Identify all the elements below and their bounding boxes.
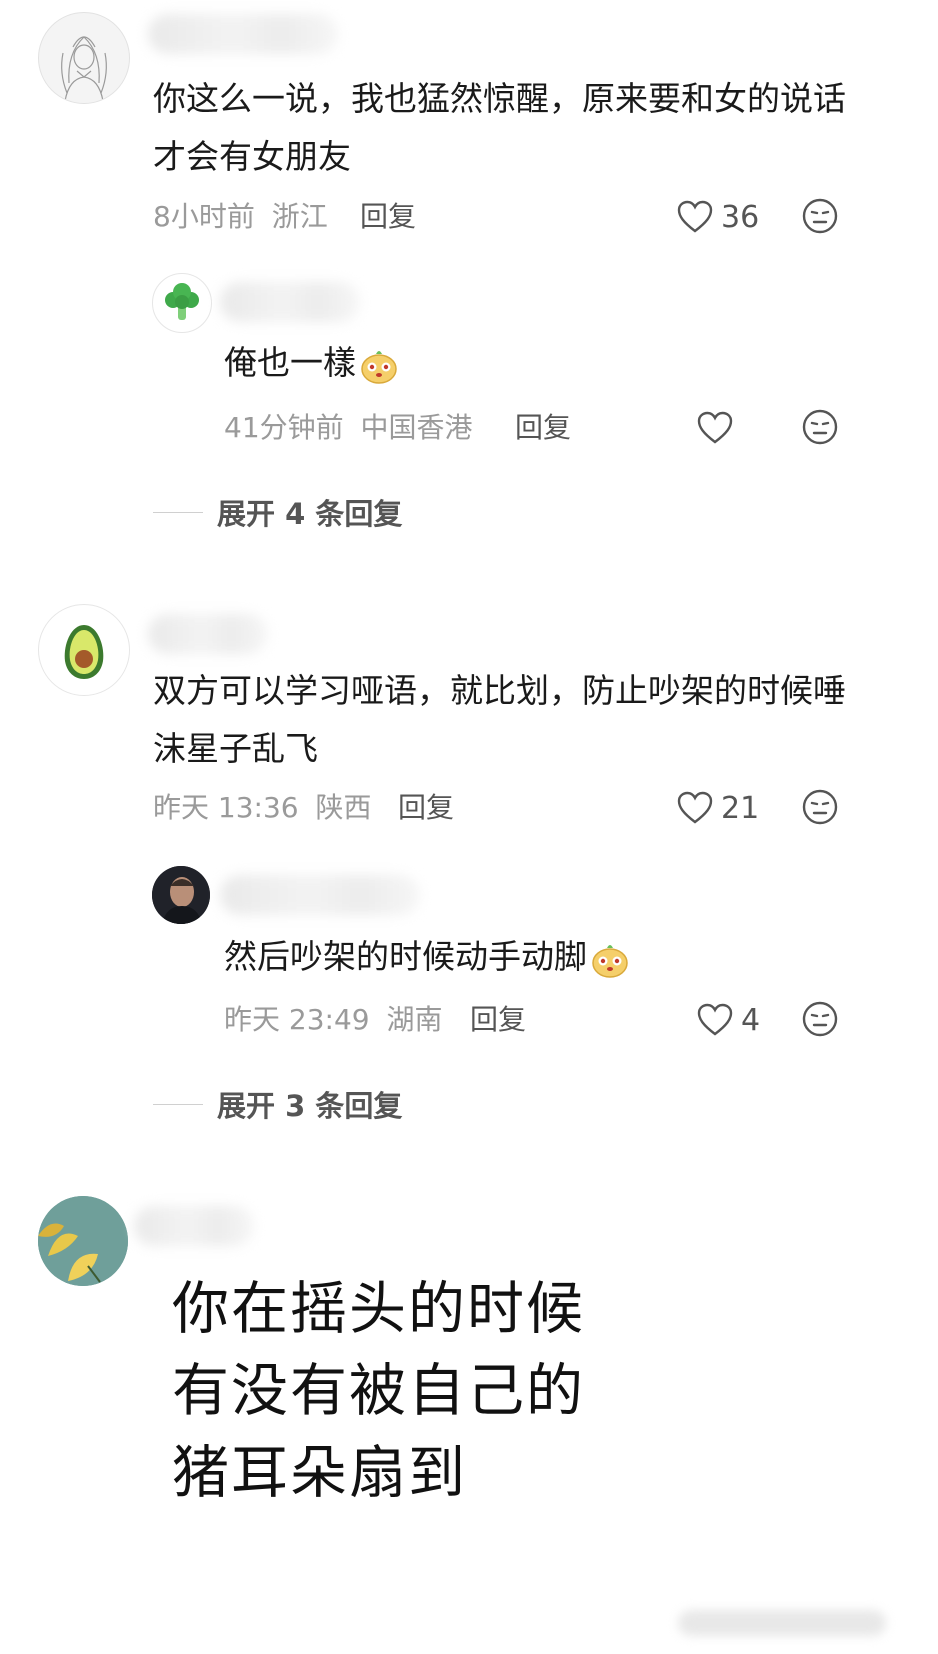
expand-replies-button[interactable]: 展开 3 条回复 bbox=[153, 1084, 402, 1124]
avatar[interactable] bbox=[38, 12, 130, 104]
man-photo-avatar-icon bbox=[152, 866, 210, 924]
divider bbox=[153, 511, 203, 513]
reply-meta: 41分钟前 中国香港 bbox=[224, 408, 473, 448]
expand-label: 展开 3 条回复 bbox=[217, 1089, 403, 1123]
username-blurred[interactable] bbox=[134, 1206, 254, 1246]
reply-button[interactable]: 回复 bbox=[398, 788, 454, 828]
like-count: 21 bbox=[721, 790, 760, 826]
like-count: 4 bbox=[741, 1002, 761, 1038]
comment-time: 昨天 13:36 bbox=[153, 791, 299, 824]
reply-text: 然后吵架的时候动手动脚 bbox=[224, 928, 631, 986]
avocado-avatar-icon bbox=[64, 625, 104, 679]
expand-label: 展开 4 条回复 bbox=[217, 497, 403, 531]
comment-location: 浙江 bbox=[271, 200, 328, 233]
username-blurred[interactable] bbox=[148, 614, 268, 654]
watermark bbox=[678, 1610, 886, 1636]
divider bbox=[153, 1103, 203, 1105]
like-count: 36 bbox=[721, 199, 760, 235]
reply-meta: 昨天 23:49 湖南 bbox=[224, 1000, 443, 1040]
reply-time: 41分钟前 bbox=[224, 411, 344, 444]
reply-location: 湖南 bbox=[386, 1003, 443, 1036]
heart-icon bbox=[697, 1003, 733, 1036]
reply-time: 昨天 23:49 bbox=[224, 1003, 370, 1036]
dislike-button[interactable] bbox=[800, 407, 840, 447]
like-button[interactable]: 4 bbox=[697, 1000, 760, 1040]
reply-text-content: 然后吵架的时候动手动脚 bbox=[224, 937, 587, 976]
dislike-button[interactable] bbox=[800, 196, 840, 236]
neutral-face-icon bbox=[802, 198, 838, 234]
avatar[interactable] bbox=[152, 273, 212, 333]
avatar[interactable] bbox=[38, 1196, 128, 1286]
neutral-face-icon bbox=[802, 1001, 838, 1037]
heart-icon bbox=[677, 200, 713, 233]
like-button[interactable] bbox=[697, 408, 741, 448]
neutral-face-icon bbox=[802, 789, 838, 825]
comment-time: 8小时前 bbox=[153, 200, 255, 233]
username-blurred[interactable] bbox=[220, 875, 420, 915]
reply-button[interactable]: 回复 bbox=[360, 197, 416, 237]
username-blurred[interactable] bbox=[220, 282, 360, 322]
avatar[interactable] bbox=[152, 866, 210, 924]
reply-text: 俺也一樣 bbox=[224, 334, 400, 392]
expand-replies-button[interactable]: 展开 4 条回复 bbox=[153, 492, 402, 532]
overlay-comment-text: 你在摇头的时候有没有被自己的猪耳朵扇到 bbox=[172, 1276, 585, 1506]
anime-sketch-avatar-icon bbox=[61, 36, 107, 102]
avatar[interactable] bbox=[38, 604, 130, 696]
heart-icon bbox=[697, 411, 733, 444]
reply-button[interactable]: 回复 bbox=[515, 408, 571, 448]
comment-text: 你这么一说，我也猛然惊醒，原来要和女的说话才会有女朋友 bbox=[153, 79, 846, 176]
neutral-face-icon bbox=[802, 409, 838, 445]
broccoli-avatar-icon bbox=[165, 283, 199, 320]
like-button[interactable]: 36 bbox=[677, 197, 759, 237]
comment-meta: 昨天 13:36 陕西 bbox=[153, 788, 372, 828]
comment-location: 陕西 bbox=[315, 791, 372, 824]
like-button[interactable]: 21 bbox=[677, 788, 759, 828]
dislike-button[interactable] bbox=[800, 999, 840, 1039]
reply-location: 中国香港 bbox=[360, 411, 473, 444]
reply-button[interactable]: 回复 bbox=[470, 1000, 526, 1040]
ginkgo-leaf-avatar-icon bbox=[38, 1196, 128, 1286]
yellow-mascot-emoji-icon bbox=[358, 344, 400, 386]
username-blurred[interactable] bbox=[148, 14, 338, 54]
heart-icon bbox=[677, 791, 713, 824]
comment-meta: 8小时前 浙江 bbox=[153, 197, 328, 237]
dislike-button[interactable] bbox=[800, 787, 840, 827]
comment-text: 双方可以学习哑语，就比划，防止吵架的时候唾沫星子乱飞 bbox=[153, 671, 846, 768]
reply-text-content: 俺也一樣 bbox=[224, 343, 356, 382]
yellow-mascot-emoji-icon bbox=[589, 938, 631, 980]
